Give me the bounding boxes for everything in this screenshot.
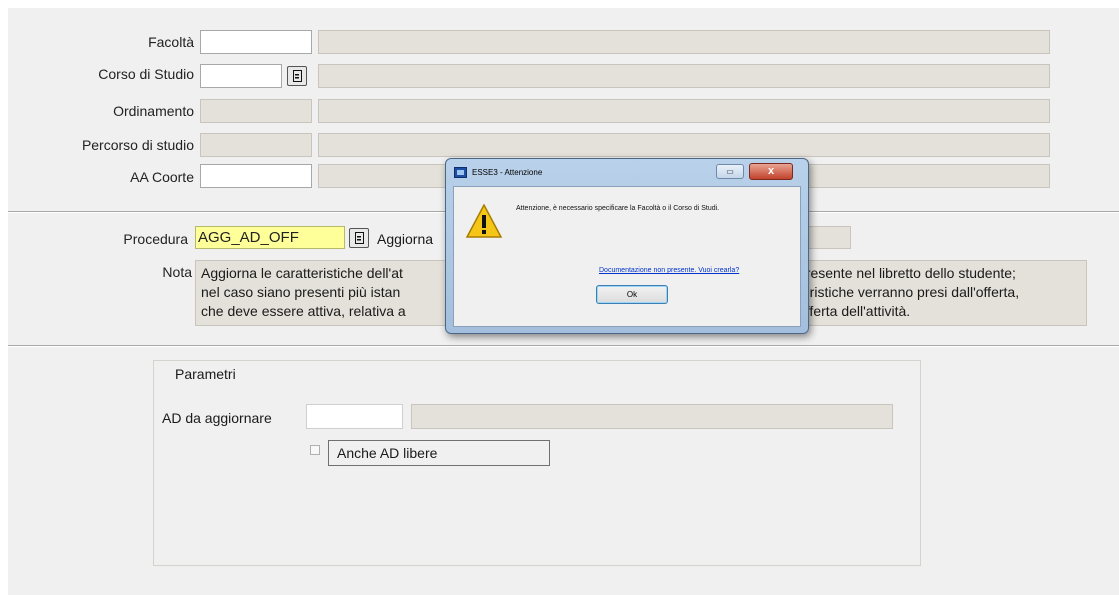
percorso-description (318, 133, 1050, 157)
parametri-group: Parametri AD da aggiornare Anche AD libe… (153, 360, 921, 566)
facolta-description (318, 30, 1050, 54)
dialog-body: Attenzione, è necessario specificare la … (453, 186, 801, 327)
nota-line-2: nel caso siano presenti più istan (201, 284, 401, 300)
ordinamento-description (318, 99, 1050, 123)
percorso-label: Percorso di studio (81, 137, 194, 153)
ordinamento-label: Ordinamento (113, 103, 194, 119)
nota-label: Nota (162, 264, 192, 280)
documentation-link[interactable]: Documentazione non presente. Vuoi crearl… (599, 267, 739, 274)
facolta-label: Facoltà (148, 34, 194, 50)
warning-dialog: ESSE3 - Attenzione ▭ x Attenzione, è nec… (445, 158, 809, 334)
ok-button[interactable]: Ok (596, 285, 668, 304)
lookup-icon (292, 70, 302, 82)
percorso-input (200, 133, 312, 157)
nota-line-3: che deve essere attiva, relativa a (201, 303, 406, 319)
ad-label: AD da aggiornare (162, 410, 272, 426)
dialog-close-button[interactable]: x (749, 163, 793, 180)
parametri-title: Parametri (175, 366, 236, 382)
ad-description (411, 404, 893, 429)
corso-lookup-button[interactable] (287, 66, 307, 86)
nota-right-line-1: presente nel libretto dello studente; (798, 265, 1016, 281)
dialog-minimize-button[interactable]: ▭ (716, 164, 744, 179)
dialog-message: Attenzione, è necessario specificare la … (516, 205, 720, 212)
anche-ad-checkbox[interactable] (310, 445, 320, 455)
corso-input[interactable] (200, 64, 282, 88)
aa-coorte-input[interactable] (200, 164, 312, 188)
separator-bottom (8, 345, 1119, 347)
nota-right-line-2: teristiche verranno presi dall'offerta, (798, 284, 1020, 300)
anche-ad-label-box: Anche AD libere (328, 440, 550, 466)
dialog-title: ESSE3 - Attenzione (472, 168, 543, 177)
facolta-input[interactable] (200, 30, 312, 54)
corso-label: Corso di Studio (98, 66, 194, 82)
procedura-input[interactable]: AGG_AD_OFF (195, 226, 345, 249)
warning-icon (466, 204, 502, 238)
nota-line-1: Aggiorna le caratteristiche dell'at (201, 265, 403, 281)
lookup-icon (354, 232, 364, 244)
corso-description (318, 64, 1050, 88)
main-panel: Facoltà Corso di Studio Ordinamento Perc… (8, 8, 1119, 595)
nota-right-line-3: offerta dell'attività. (798, 303, 911, 319)
procedura-name: Aggiorna (377, 231, 434, 247)
aa-coorte-label: AA Coorte (130, 169, 194, 185)
procedura-label: Procedura (123, 231, 188, 247)
ad-input[interactable] (306, 404, 403, 429)
esse3-app-icon (454, 167, 467, 178)
ordinamento-input (200, 99, 312, 123)
procedura-lookup-button[interactable] (349, 228, 369, 248)
